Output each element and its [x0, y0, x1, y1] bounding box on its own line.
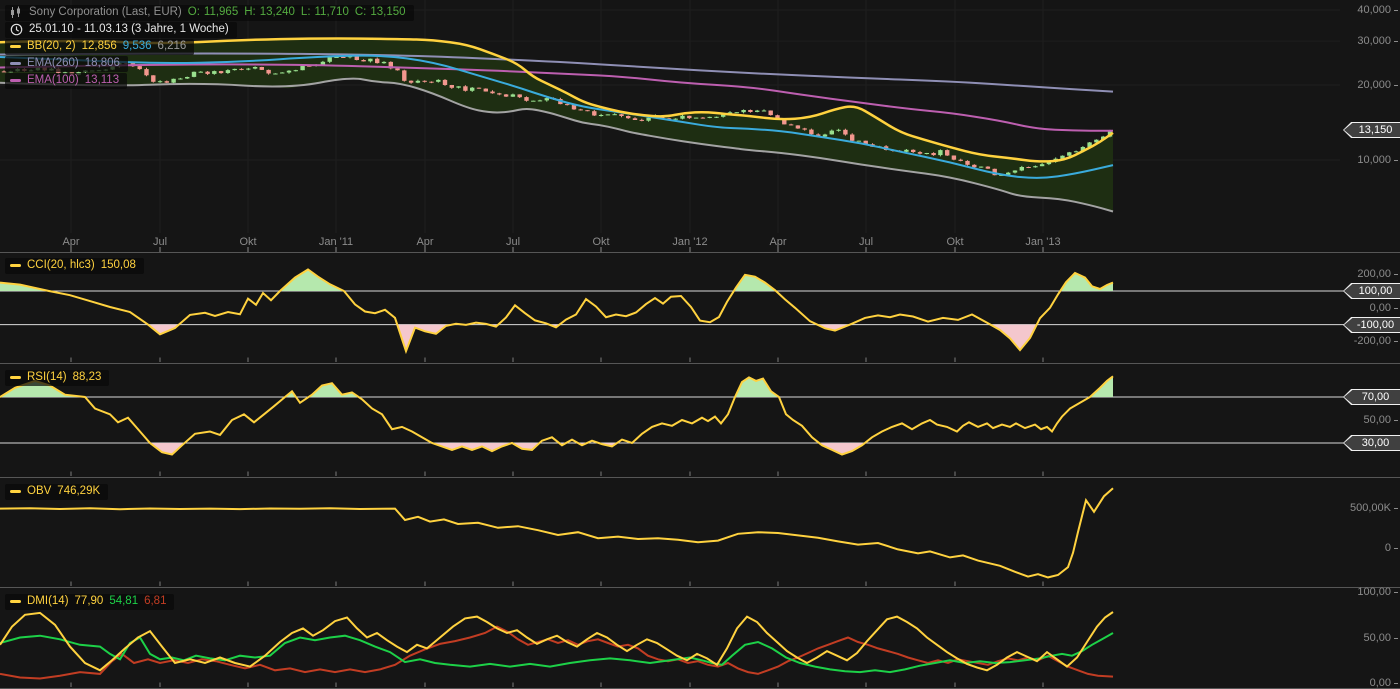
- ohlc-open: O: 11,965: [187, 6, 239, 18]
- time-axis-label: Jan '13: [1025, 236, 1061, 248]
- cci-tick-label: -200,00: [1353, 335, 1391, 348]
- axis-tick-mark: [1394, 638, 1398, 639]
- ema260-value: 18,806: [84, 57, 120, 69]
- axis-tick-mark: [1394, 274, 1398, 275]
- rsi-tick-label: 50,00: [1363, 414, 1391, 426]
- axis-tick-mark: [1394, 548, 1398, 549]
- main-chart-legend: Sony Corporation (Last, EUR) O: 11,965 H:…: [5, 5, 414, 90]
- dmi-color-swatch: [10, 600, 21, 603]
- cci-color-swatch: [10, 264, 21, 267]
- obv-color-swatch: [10, 490, 21, 493]
- ohlc-close: C: 13,150: [354, 6, 406, 18]
- cci-legend[interactable]: CCI(20, hlc3) 150,08: [5, 258, 144, 274]
- cci-tick-label: 0,00: [1369, 301, 1391, 314]
- ohlc-high: H: 13,240: [244, 6, 295, 18]
- dmi-adx-value: 77,90: [74, 595, 104, 607]
- ohlc-low: L: 11,710: [300, 6, 349, 18]
- cci-overbought-fill: [0, 269, 1113, 291]
- bb-lower-value: 6,216: [157, 40, 187, 52]
- clock-icon: [10, 23, 23, 36]
- axis-tick-mark: [1394, 160, 1398, 161]
- cci-label: CCI(20, hlc3): [27, 259, 95, 271]
- symbol-legend-row[interactable]: Sony Corporation (Last, EUR) O: 11,965 H:…: [5, 5, 414, 21]
- ema260-color-swatch: [10, 62, 21, 65]
- cci-value: 150,08: [100, 259, 136, 271]
- time-axis-label: Apr: [416, 236, 434, 248]
- axis-tick-mark: [1394, 308, 1398, 309]
- ema100-legend-row[interactable]: EMA(100) 13,113: [5, 73, 128, 89]
- bb-upper-value: 12,856: [81, 40, 117, 52]
- price-tick-label: 30,000: [1357, 35, 1391, 48]
- chart-application: Apr Jul Okt Jan '11 Apr Jul Okt Jan '12 Apr Jul Ok…: [0, 0, 1400, 689]
- time-axis-label: Okt: [946, 236, 964, 248]
- symbol-title: Sony Corporation (Last, EUR): [29, 6, 182, 18]
- rsi-color-swatch: [10, 376, 21, 379]
- dmi-plus-di-value: 54,81: [109, 595, 139, 607]
- ema100-label: EMA(100): [27, 74, 79, 86]
- last-price-badge: 13,150: [1343, 122, 1400, 138]
- axis-tick-mark: [1394, 10, 1398, 11]
- price-tick-label: 20,000: [1357, 78, 1391, 91]
- dmi-label: DMI(14): [27, 595, 69, 607]
- obv-line: [0, 487, 1114, 579]
- obv-tick-label: 0: [1384, 542, 1391, 554]
- ema260-legend-row[interactable]: EMA(260) 18,806: [5, 56, 128, 72]
- rsi-threshold-badge: 70,00: [1343, 389, 1400, 405]
- obv-label: OBV: [27, 485, 52, 497]
- dmi-minus-di-value: 6,81: [144, 595, 167, 607]
- obv-value: 746,29K: [57, 485, 101, 497]
- chart-plot-area[interactable]: [0, 0, 1400, 689]
- bb-middle-value: 9,536: [122, 40, 152, 52]
- dmi-tick-label: 0,00: [1369, 677, 1391, 689]
- time-axis-label: Jul: [505, 236, 521, 248]
- price-tick-label: 10,000: [1357, 154, 1391, 166]
- date-range-label: 25.01.10 - 11.03.13 (3 Jahre, 1 Woche): [29, 23, 229, 35]
- axis-tick-mark: [1394, 41, 1398, 42]
- cci-threshold-badge: -100,00: [1343, 317, 1400, 333]
- time-axis-label: Okt: [239, 236, 257, 248]
- obv-tick-label: 500,00K: [1350, 502, 1391, 514]
- date-range-row[interactable]: 25.01.10 - 11.03.13 (3 Jahre, 1 Woche): [5, 22, 237, 38]
- time-axis-label: Apr: [62, 236, 80, 248]
- time-axis-label: Jul: [152, 236, 168, 248]
- time-axis-label: Jan '11: [318, 236, 354, 248]
- time-axis-label: Okt: [592, 236, 610, 248]
- axis-tick-mark: [1394, 420, 1398, 421]
- ema100-value: 13,113: [84, 74, 120, 86]
- rsi-legend[interactable]: RSI(14) 88,23: [5, 370, 110, 386]
- time-axis-label: Apr: [769, 236, 787, 248]
- bb-legend-row[interactable]: BB(20, 2) 12,856 9,536 6,216: [5, 39, 195, 55]
- cci-line: [0, 268, 1114, 355]
- dmi-tick-label: 50,00: [1363, 631, 1391, 644]
- ema260-label: EMA(260): [27, 57, 79, 69]
- axis-tick-mark: [1394, 592, 1398, 593]
- dmi-legend[interactable]: DMI(14) 77,90 54,81 6,81: [5, 594, 175, 610]
- rsi-overbought-fill: [0, 376, 1113, 397]
- cci-threshold-badge: 100,00: [1343, 283, 1400, 299]
- bb-label: BB(20, 2): [27, 40, 76, 52]
- time-axis-label: Jul: [858, 236, 874, 248]
- cci-oversold-fill: [0, 324, 1113, 352]
- candlestick-chart-icon: [10, 6, 23, 19]
- dmi-tick-label: 100,00: [1357, 586, 1391, 598]
- rsi-threshold-badge: 30,00: [1343, 435, 1400, 451]
- axis-tick-mark: [1394, 508, 1398, 509]
- ema100-color-swatch: [10, 79, 21, 82]
- bb-color-swatch: [10, 45, 21, 48]
- cci-tick-label: 200,00: [1357, 268, 1391, 281]
- price-tick-label: 40,000: [1357, 3, 1391, 16]
- rsi-label: RSI(14): [27, 371, 67, 383]
- axis-tick-mark: [1394, 341, 1398, 342]
- axis-tick-mark: [1394, 683, 1398, 684]
- obv-legend[interactable]: OBV 746,29K: [5, 484, 109, 500]
- rsi-value: 88,23: [72, 371, 102, 383]
- axis-tick-mark: [1394, 85, 1398, 86]
- time-axis-label: Jan '12: [672, 236, 708, 248]
